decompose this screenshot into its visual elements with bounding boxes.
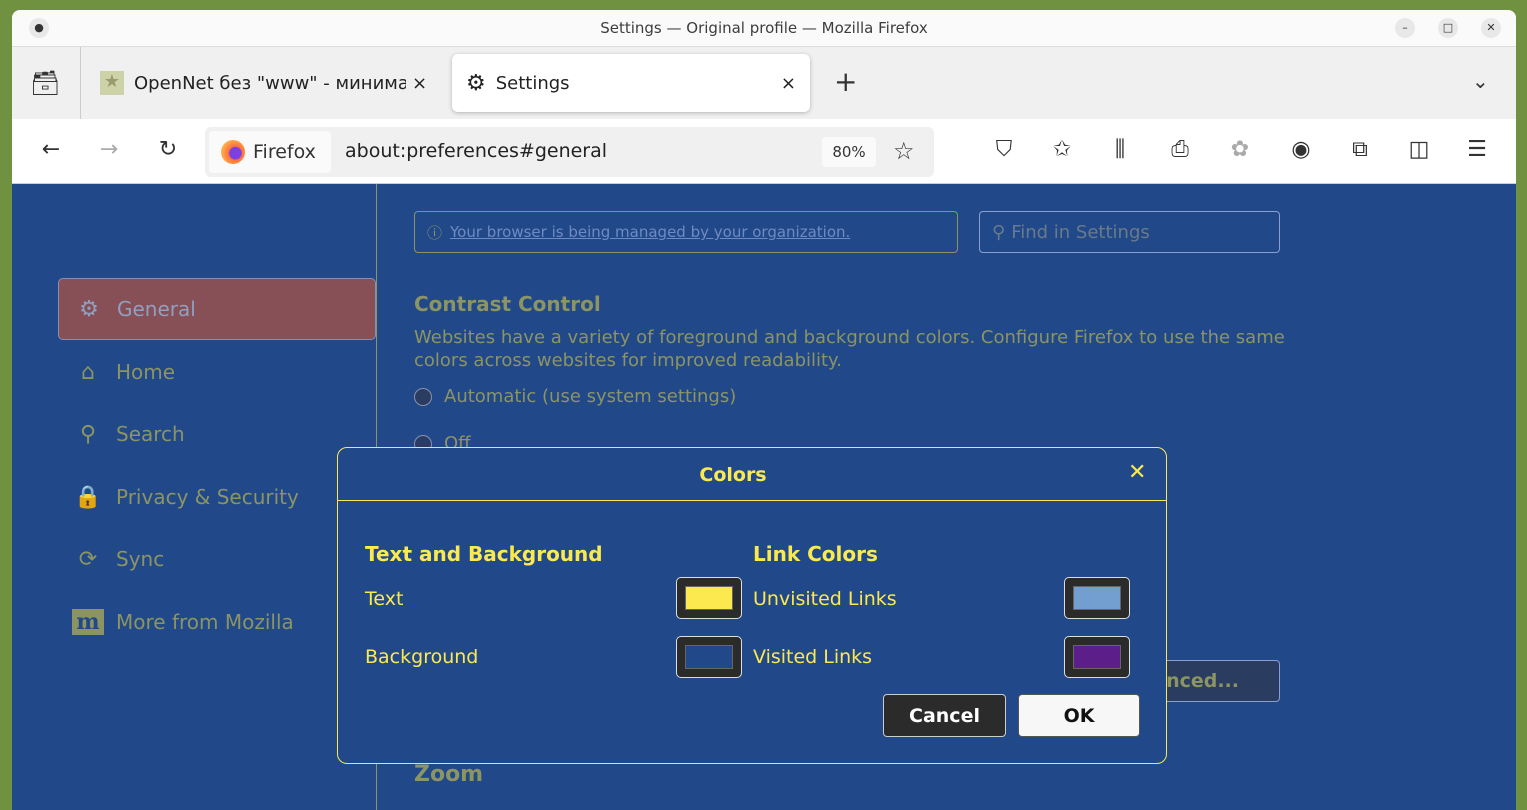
lock-icon: 🔒	[74, 484, 102, 510]
tab-settings[interactable]: ⚙ Settings ×	[452, 54, 810, 112]
sidebar-item-search[interactable]: ⚲ Search	[58, 403, 376, 465]
identity-box[interactable]: Firefox	[209, 131, 331, 173]
visited-links-label: Visited Links	[753, 646, 873, 668]
forward-arrow-icon[interactable]: →	[94, 137, 124, 162]
background-color-picker[interactable]	[676, 636, 742, 678]
mozilla-icon: m	[72, 609, 104, 635]
find-in-settings-input[interactable]: ⚲ Find in Settings	[979, 211, 1280, 253]
extensions-puzzle-icon[interactable]: ⧉	[1345, 137, 1375, 162]
account-icon[interactable]: ◉	[1286, 137, 1316, 162]
nav-bar: ← → ↻ Firefox about:preferences#general …	[12, 119, 1516, 184]
managed-banner: ⓘ Your browser is being managed by your …	[414, 211, 958, 253]
gear-icon: ⚙	[466, 70, 486, 96]
bookmark-star-icon[interactable]: ☆	[893, 137, 915, 165]
unvisited-links-label: Unvisited Links	[753, 588, 897, 610]
info-icon: ⓘ	[427, 223, 443, 242]
background-color-label: Background	[365, 646, 479, 668]
sidebar-item-more-from-mozilla[interactable]: m More from Mozilla	[58, 591, 376, 653]
close-tab-icon[interactable]: ×	[781, 73, 796, 94]
sidebar-item-general[interactable]: ⚙ General	[58, 278, 376, 340]
firefox-view-icon[interactable]: 🗃	[30, 69, 60, 97]
contrast-control-heading: Contrast Control	[414, 292, 601, 316]
maximize-button[interactable]: □	[1438, 18, 1458, 38]
ok-button[interactable]: OK	[1018, 694, 1140, 737]
zoom-heading: Zoom	[414, 762, 484, 787]
bookmarks-toolbar-star-icon[interactable]: ✩	[1047, 137, 1077, 162]
radio-automatic[interactable]: Automatic (use system settings)	[414, 386, 736, 407]
zoom-level-button[interactable]: 80%	[822, 137, 876, 167]
sync-icon: ⟳	[78, 546, 98, 572]
pocket-icon[interactable]: ⛉	[989, 137, 1019, 162]
unvisited-links-color-picker[interactable]	[1064, 577, 1130, 619]
sidebar-item-home[interactable]: ⌂ Home	[58, 341, 376, 403]
firefox-logo-icon	[221, 140, 245, 164]
star-favicon-icon: ★	[100, 71, 124, 95]
text-color-picker[interactable]	[676, 577, 742, 619]
back-arrow-icon[interactable]: ←	[36, 137, 66, 162]
tab-bar: 🗃 ★ OpenNet без "www" - минима × ⚙ Setti…	[12, 47, 1516, 119]
close-window-button[interactable]: ✕	[1481, 18, 1501, 38]
sidebar-toggle-icon[interactable]: ◫	[1404, 137, 1434, 162]
library-icon[interactable]: ⫼	[1105, 137, 1135, 162]
link-colors-heading: Link Colors	[753, 542, 878, 566]
search-icon: ⚲	[992, 221, 1006, 243]
sidebar-item-sync[interactable]: ⟳ Sync	[58, 528, 376, 590]
home-icon: ⌂	[81, 359, 95, 385]
tab-opennet[interactable]: ★ OpenNet без "www" - минима ×	[100, 54, 430, 112]
minimize-button[interactable]: –	[1395, 18, 1415, 38]
reload-icon[interactable]: ↻	[153, 137, 183, 162]
window-title: Settings — Original profile — Mozilla Fi…	[600, 19, 928, 37]
search-icon: ⚲	[79, 421, 97, 447]
extension-icon[interactable]: ✿	[1225, 137, 1255, 162]
dialog-title: Colors	[699, 464, 767, 486]
text-color-label: Text	[365, 588, 404, 610]
gear-icon: ⚙	[79, 296, 99, 322]
sidebar-item-privacy[interactable]: 🔒 Privacy & Security	[58, 466, 376, 528]
title-bar: ● Settings — Original profile — Mozilla …	[12, 10, 1516, 47]
url-text[interactable]: about:preferences#general	[345, 140, 607, 162]
visited-links-color-picker[interactable]	[1064, 636, 1130, 678]
cancel-button[interactable]: Cancel	[883, 694, 1006, 737]
new-tab-button[interactable]: +	[834, 65, 857, 98]
synced-devices-icon[interactable]: ⎙	[1165, 137, 1195, 162]
colors-dialog: Colors ✕ Text and Background Link Colors…	[337, 447, 1167, 764]
list-tabs-chevron-down-icon[interactable]: ⌄	[1472, 69, 1489, 93]
text-background-heading: Text and Background	[365, 542, 603, 566]
contrast-description: Websites have a variety of foreground an…	[414, 327, 1285, 371]
close-tab-icon[interactable]: ×	[412, 73, 427, 94]
hamburger-menu-icon[interactable]: ☰	[1462, 137, 1492, 162]
managed-link[interactable]: Your browser is being managed by your or…	[450, 223, 850, 241]
close-icon[interactable]: ✕	[1128, 460, 1146, 485]
url-bar[interactable]: Firefox about:preferences#general 80% ☆	[205, 127, 934, 177]
